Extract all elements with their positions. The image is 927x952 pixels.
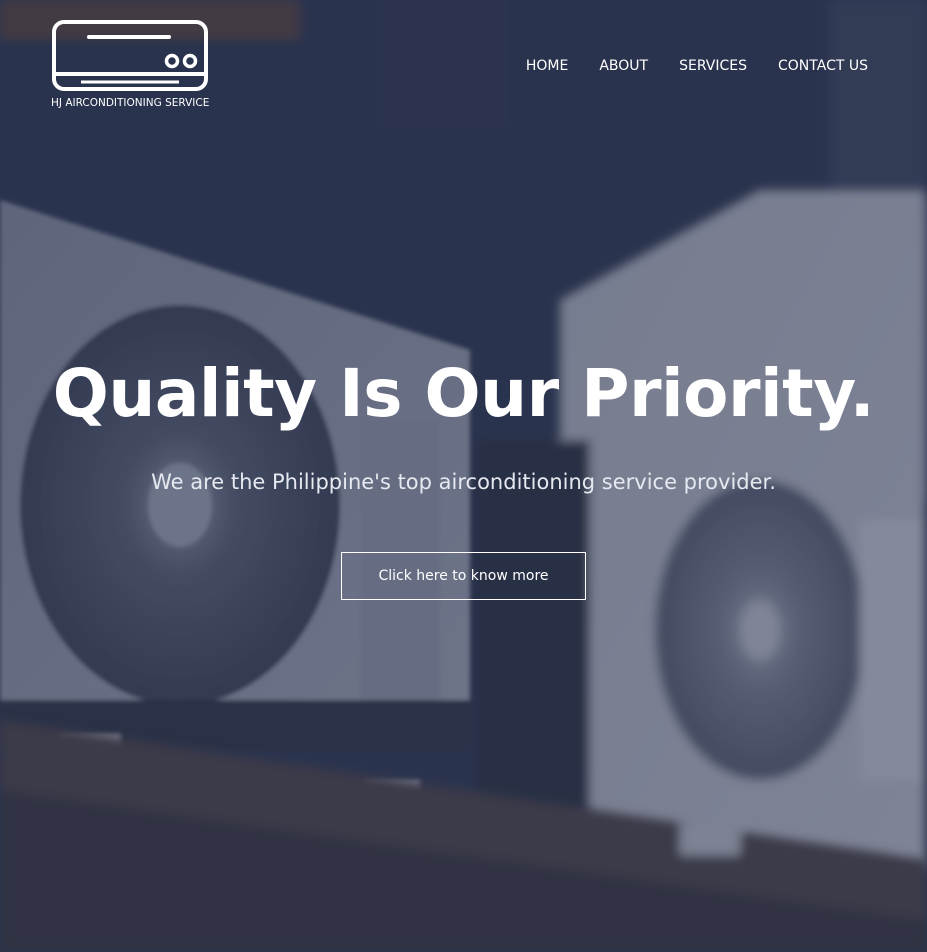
nav-home[interactable]: HOME [526, 58, 568, 74]
brand-logo[interactable]: HJ AIRCONDITIONING SERVICE [51, 19, 211, 114]
nav-about[interactable]: ABOUT [599, 58, 648, 74]
hero-headline: Quality Is Our Priority. [52, 355, 875, 432]
hero-section: HJ AIRCONDITIONING SERVICE HOME ABOUT SE… [0, 0, 927, 952]
nav-services[interactable]: SERVICES [679, 58, 747, 74]
navbar: HJ AIRCONDITIONING SERVICE HOME ABOUT SE… [0, 0, 927, 130]
aircon-unit-icon [52, 20, 208, 91]
brand-name: HJ AIRCONDITIONING SERVICE [51, 97, 210, 109]
hero-subtitle: We are the Philippine's top aircondition… [151, 470, 776, 494]
nav-contact-us[interactable]: CONTACT US [778, 58, 868, 74]
know-more-button[interactable]: Click here to know more [341, 552, 586, 600]
main-nav: HOME ABOUT SERVICES CONTACT US [526, 58, 868, 74]
